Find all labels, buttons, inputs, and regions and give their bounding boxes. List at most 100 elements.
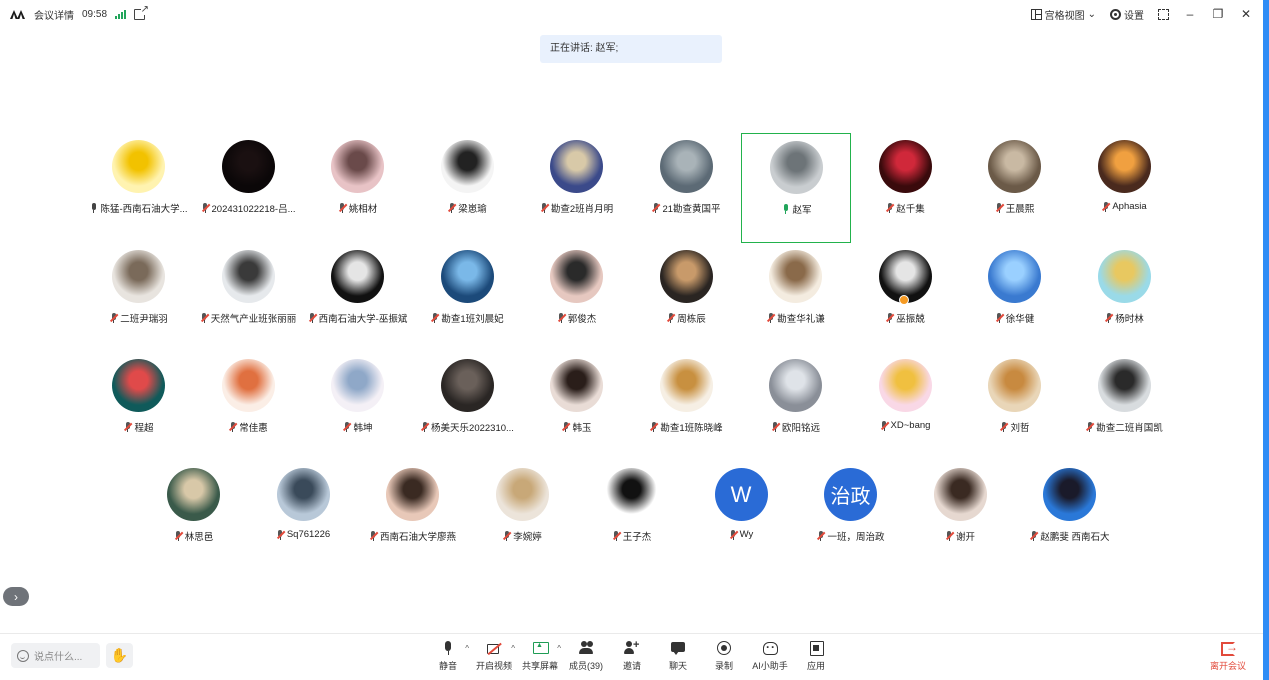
participant-name-row: 韩坤 xyxy=(303,420,413,434)
participant-tile[interactable]: 刘哲 xyxy=(960,352,1070,462)
mic-muted-icon xyxy=(995,313,1004,323)
invite-button[interactable]: 邀请 xyxy=(609,639,655,672)
participant-tile[interactable]: 治政 一班，周治政 xyxy=(796,461,906,571)
participant-name: 赵鹏斐 西南石大 xyxy=(1040,532,1110,543)
participant-name-row: 一班，周治政 xyxy=(796,529,906,543)
participant-tile[interactable]: 郭俊杰 xyxy=(522,243,632,353)
close-icon[interactable]: ✕ xyxy=(1239,7,1253,21)
participant-name-row: 21勘查黄国平 xyxy=(632,201,742,215)
participant-tile[interactable]: 勘查1班刘晨妃 xyxy=(413,243,523,353)
mic-muted-icon xyxy=(767,313,776,323)
participant-tile[interactable]: 欧阳铭远 xyxy=(741,352,851,462)
caret-up-icon[interactable]: ^ xyxy=(557,644,561,653)
apps-label: 应用 xyxy=(806,661,825,671)
participant-tile[interactable]: 韩坤 xyxy=(303,352,413,462)
avatar xyxy=(221,140,275,193)
participant-name-row: 程超 xyxy=(84,420,194,434)
participant-tile[interactable]: 天然气产业班张丽丽 xyxy=(194,243,304,353)
participant-tile[interactable]: 杨美天乐2022310... xyxy=(413,352,523,462)
participant-tile[interactable]: 赵千集 xyxy=(851,133,961,243)
settings-button[interactable]: 设置 xyxy=(1110,7,1144,22)
participant-tile[interactable]: 202431022218-吕... xyxy=(194,133,304,243)
chat-button[interactable]: 聊天 xyxy=(655,640,701,672)
participant-tile[interactable]: 周栋辰 xyxy=(632,243,742,353)
avatar: W xyxy=(714,468,768,521)
mute-button[interactable]: 静音 ^ xyxy=(425,640,471,672)
avatar xyxy=(221,359,275,412)
participant-name-row: Wy xyxy=(687,529,797,540)
participant-tile[interactable]: 梁崽瑜 xyxy=(413,133,523,243)
mute-label: 静音 xyxy=(438,661,457,671)
participant-tile[interactable]: 二班尹瑞羽 xyxy=(84,243,194,353)
participant-tile[interactable]: 赵鹏斐 西南石大 xyxy=(1015,461,1125,571)
mic-muted-icon xyxy=(174,531,183,541)
participant-name-row: 巫振兢 xyxy=(851,311,961,325)
participant-tile[interactable]: 李婉婷 xyxy=(468,461,578,571)
participant-tile[interactable]: 勘查二班肖国凯 xyxy=(1070,352,1180,462)
avatar xyxy=(167,468,220,521)
participant-name: 勘查华礼谦 xyxy=(777,314,825,325)
participant-tile[interactable]: XD~bang xyxy=(851,352,961,462)
fullscreen-icon[interactable] xyxy=(1158,8,1169,20)
meeting-time: 09:58 xyxy=(82,8,108,20)
signal-strength-icon[interactable] xyxy=(115,9,127,19)
leave-meeting-button[interactable]: 离开会议 xyxy=(1208,640,1248,672)
quick-chat-input[interactable]: 说点什么... xyxy=(11,643,100,668)
participant-tile[interactable]: Aphasia xyxy=(1070,133,1180,243)
mic-muted-icon xyxy=(503,531,512,541)
participant-tile[interactable]: 王晨熙 xyxy=(960,133,1070,243)
chat-icon xyxy=(670,640,686,656)
avatar xyxy=(331,140,384,193)
video-button[interactable]: 开启视频 ^ xyxy=(471,640,517,672)
participant-name: Aphasia xyxy=(1112,201,1147,212)
window-edge-accent xyxy=(1263,0,1269,680)
mic-muted-icon xyxy=(276,529,285,540)
share-button[interactable]: 共享屏幕 ^ xyxy=(517,640,563,672)
participant-tile[interactable]: 徐华健 xyxy=(960,243,1070,353)
participant-tile[interactable]: 陈猛-西南石油大学... xyxy=(84,133,194,243)
avatar xyxy=(440,250,494,303)
members-button[interactable]: 成员(39) xyxy=(563,640,609,672)
layout-switch-button[interactable]: 宫格视图 ⌄ xyxy=(1030,7,1096,22)
apps-button[interactable]: 应用 xyxy=(793,640,839,672)
mic-muted-icon xyxy=(540,203,549,213)
participant-tile[interactable]: 王子杰 xyxy=(577,461,687,571)
participant-name-row: 西南石油大学廖燕 xyxy=(358,529,468,543)
participant-tile[interactable]: Sq761226 xyxy=(249,461,359,571)
participant-tile[interactable]: 西南石油大学廖燕 xyxy=(358,461,468,571)
avatar xyxy=(550,140,603,193)
ai-button[interactable]: AI小助手 xyxy=(747,640,793,672)
participant-name-row: 202431022218-吕... xyxy=(194,201,304,215)
expand-panel-button[interactable]: › xyxy=(3,587,29,606)
participant-tile[interactable]: 21勘查黄国平 xyxy=(632,133,742,243)
participant-tile[interactable]: 赵军 xyxy=(741,133,851,243)
participant-tile[interactable]: 杨时林 xyxy=(1070,243,1180,353)
participant-tile[interactable]: 常佳惠 xyxy=(194,352,304,462)
participant-tile[interactable]: 谢开 xyxy=(906,461,1016,571)
participant-name: 周栋辰 xyxy=(677,314,706,325)
emoji-icon[interactable] xyxy=(17,649,29,662)
participant-tile[interactable]: 姚相材 xyxy=(303,133,413,243)
minimize-icon[interactable]: – xyxy=(1183,7,1197,21)
record-button[interactable]: 录制 xyxy=(701,640,747,672)
participant-tile[interactable]: 程超 xyxy=(84,352,194,462)
participant-tile[interactable]: 勘查1班陈晓峰 xyxy=(632,352,742,462)
caret-up-icon[interactable]: ^ xyxy=(465,644,469,653)
participant-name-row: 徐华健 xyxy=(960,311,1070,325)
mic-muted-icon xyxy=(343,422,352,432)
participant-tile[interactable]: W Wy xyxy=(687,461,797,571)
meeting-details-link[interactable]: 会议详情 xyxy=(34,7,74,22)
avatar xyxy=(605,468,658,521)
participant-name: 天然气产业班张丽丽 xyxy=(210,314,297,325)
participant-tile[interactable]: 韩玉 xyxy=(522,352,632,462)
restore-icon[interactable]: ❐ xyxy=(1211,7,1225,21)
participant-tile[interactable]: 林思邑 xyxy=(139,461,249,571)
meeting-controls: 静音 ^ 开启视频 ^ 共享屏幕 ^ 成员(39) 邀请 聊天 录制 AI小助手 应用 xyxy=(425,639,839,672)
participant-tile[interactable]: 勘查华礼谦 xyxy=(741,243,851,353)
participant-tile[interactable]: 巫振兢 xyxy=(851,243,961,353)
raise-hand-button[interactable]: ✋ xyxy=(106,643,133,668)
caret-up-icon[interactable]: ^ xyxy=(511,644,515,653)
participant-tile[interactable]: 勘查2班肖月明 xyxy=(522,133,632,243)
share-link-icon[interactable] xyxy=(134,4,150,20)
participant-tile[interactable]: 西南石油大学-巫振斌 xyxy=(303,243,413,353)
